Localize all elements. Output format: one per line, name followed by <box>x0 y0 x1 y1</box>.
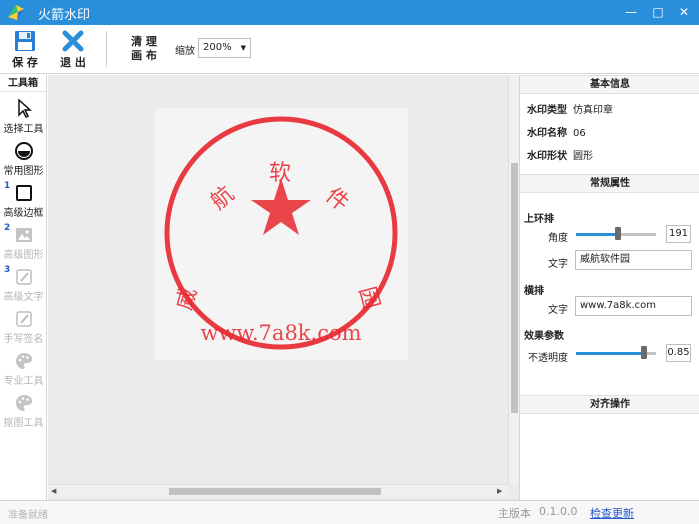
scroll-right-icon[interactable]: ▶ <box>497 487 502 495</box>
tool-professional-label: 专业工具 <box>3 376 44 387</box>
properties-panel: 基本信息 水印类型 仿真印章 水印名称 06 水印形状 圆形 常规属性 上环排 角度 … <box>519 75 699 500</box>
basic-info-header: 基本信息 <box>520 75 699 94</box>
ring-text-input[interactable]: 威航软件园 <box>575 250 692 270</box>
stamp-arc-char: 软 <box>269 161 291 186</box>
stamp-arc-char: 航 <box>206 182 239 215</box>
title-bar: 火箭水印 — □ ✕ <box>0 0 699 25</box>
seal-stamp: 威 航 软 件 园 www.7a8k.com <box>164 116 398 350</box>
stamp-bottom-text: www.7a8k.com <box>200 321 361 345</box>
exit-label: 退 出 <box>60 56 86 69</box>
zoom-select[interactable]: 200% ▼ <box>198 38 251 58</box>
cursor-icon <box>17 99 32 119</box>
image-icon <box>15 228 32 242</box>
chevron-down-icon: ▼ <box>240 44 246 52</box>
tool-border-label: 高级边框 <box>3 208 44 219</box>
tool-signature[interactable]: 手写签名 <box>0 309 47 345</box>
effect-section-title: 效果参数 <box>524 331 564 342</box>
toolbar: 保 存 退 出 清 理 画 布 缩放 200% ▼ <box>0 25 699 74</box>
angle-value[interactable]: 191 <box>666 225 691 243</box>
slider-fill <box>576 233 619 236</box>
stamp-arc-char: 件 <box>320 183 353 216</box>
save-button[interactable]: 保 存 <box>5 30 45 70</box>
tool-shapes-label: 常用图形 <box>3 166 44 177</box>
toolbox: 工具箱 选择工具 常用图形 1 高级边框 2 高级图形 3 高级文字 手写签名 … <box>0 75 47 500</box>
name-label: 水印名称 <box>527 128 567 139</box>
exit-button[interactable]: 退 出 <box>53 30 93 70</box>
zoom-label: 缩放 <box>175 46 195 57</box>
tool-select-label: 选择工具 <box>3 124 44 135</box>
slider-fill <box>576 352 644 355</box>
window-title: 火箭水印 <box>38 8 91 23</box>
angle-slider[interactable] <box>576 227 656 241</box>
name-value: 06 <box>573 128 586 139</box>
watermark-name-row: 水印名称 06 <box>527 124 586 139</box>
opacity-slider[interactable] <box>576 346 656 360</box>
vertical-scrollbar[interactable] <box>508 75 519 484</box>
horiz-text-label: 文字 <box>548 305 568 316</box>
slider-knob[interactable] <box>641 346 647 359</box>
close-x-icon <box>62 30 84 52</box>
version-value: 0.1.0.0 <box>539 505 578 518</box>
type-value: 仿真印章 <box>573 105 613 116</box>
palette-icon <box>15 353 32 369</box>
type-label: 水印类型 <box>527 105 567 116</box>
opacity-label: 不透明度 <box>528 353 568 364</box>
stamp-preview[interactable]: 威 航 软 件 园 www.7a8k.com <box>155 108 408 360</box>
tool-cutout[interactable]: 抠图工具 <box>0 393 47 429</box>
tool-select[interactable]: 选择工具 <box>0 99 47 135</box>
shape-value: 圆形 <box>573 151 593 162</box>
tool-number: 1 <box>4 181 11 191</box>
ring-section-title: 上环排 <box>524 214 554 225</box>
tool-signature-label: 手写签名 <box>3 334 44 345</box>
toolbox-title: 工具箱 <box>0 75 46 92</box>
watermark-shape-row: 水印形状 圆形 <box>527 147 593 162</box>
border-icon <box>15 185 32 201</box>
clear-label-line2: 画 布 <box>131 49 157 62</box>
zoom-value: 200% <box>203 42 232 53</box>
tool-border[interactable]: 1 高级边框 <box>0 181 47 219</box>
opacity-value[interactable]: 0.85 <box>666 344 691 362</box>
horizontal-scrollbar[interactable]: ◀ ▶ <box>48 484 508 498</box>
canvas-area[interactable]: 威 航 软 件 园 www.7a8k.com <box>48 75 519 500</box>
clear-label-line1: 清 理 <box>131 35 157 48</box>
toolbar-separator <box>106 31 107 67</box>
general-props-header: 常规属性 <box>520 174 699 193</box>
scroll-left-icon[interactable]: ◀ <box>51 487 56 495</box>
ring-text-label: 文字 <box>548 259 568 270</box>
horizontal-scroll-thumb[interactable] <box>169 488 381 495</box>
clear-canvas-button[interactable]: 清 理 画 布 <box>126 35 162 63</box>
tool-cutout-label: 抠图工具 <box>3 418 44 429</box>
shape-label: 水印形状 <box>527 151 567 162</box>
minimize-button[interactable]: — <box>620 2 642 22</box>
app-logo-icon <box>8 5 24 20</box>
tool-advanced-text-label: 高级文字 <box>3 292 44 303</box>
vertical-scroll-thumb[interactable] <box>511 163 518 413</box>
edit-icon <box>15 269 32 285</box>
shape-icon <box>14 142 33 160</box>
tool-professional[interactable]: 专业工具 <box>0 351 47 387</box>
tool-advanced-image-label: 高级图形 <box>3 250 44 261</box>
slider-knob[interactable] <box>615 227 622 240</box>
tool-number: 2 <box>4 223 11 233</box>
tool-advanced-image[interactable]: 2 高级图形 <box>0 223 47 261</box>
tool-number: 3 <box>4 265 11 275</box>
save-label: 保 存 <box>12 56 38 69</box>
status-text: 准备就绪 <box>8 510 48 521</box>
save-icon <box>15 31 35 51</box>
tool-shapes[interactable]: 常用图形 <box>0 141 47 177</box>
status-bar: 准备就绪 主版本 0.1.0.0 检查更新 <box>0 500 699 524</box>
pen-icon <box>15 311 32 327</box>
watermark-type-row: 水印类型 仿真印章 <box>527 101 613 116</box>
stamp-arc-char: 园 <box>354 284 384 312</box>
close-button[interactable]: ✕ <box>673 2 695 22</box>
palette-icon <box>15 395 32 411</box>
angle-label: 角度 <box>548 233 568 244</box>
version-label: 主版本 <box>498 507 531 520</box>
horiz-text-input[interactable]: www.7a8k.com <box>575 296 692 316</box>
check-update-link[interactable]: 检查更新 <box>590 505 634 521</box>
tool-advanced-text[interactable]: 3 高级文字 <box>0 265 47 303</box>
maximize-button[interactable]: □ <box>647 2 669 22</box>
horizontal-section-title: 横排 <box>524 286 544 297</box>
alignment-header: 对齐操作 <box>520 395 699 414</box>
